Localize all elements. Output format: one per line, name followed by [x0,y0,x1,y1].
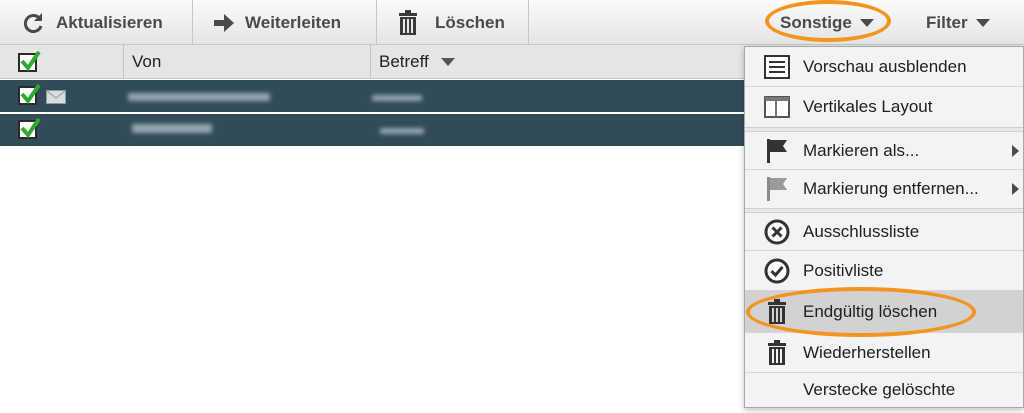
menu-item-restore[interactable]: Wiederherstellen [745,333,1023,373]
preview-icon [763,53,791,81]
filter-label: Filter [926,12,968,32]
refresh-button[interactable]: Aktualisieren [0,0,193,45]
toolbar: Aktualisieren Weiterleiten Löschen Sonst… [0,0,1024,45]
menu-item-whitelist[interactable]: Positivliste [745,251,1023,291]
submenu-arrow-icon [1012,183,1019,195]
menu-label: Vorschau ausblenden [803,56,967,76]
menu-label: Ausschlussliste [803,221,920,241]
column-subject-label: Betreff [379,52,429,71]
check-circle-icon [763,257,791,285]
select-all-cell[interactable] [0,45,124,79]
checkmark-icon [20,50,41,71]
table-row[interactable] [0,80,760,113]
menu-label: Markieren als... [803,140,920,160]
submenu-arrow-icon [1012,144,1019,157]
trash-icon [763,298,791,326]
column-header-from[interactable]: Von [124,45,371,79]
checkmark-icon [20,83,41,105]
delete-button[interactable]: Löschen [377,0,529,45]
menu-item-vertical-layout[interactable]: Vertikales Layout [745,87,1023,127]
menu-label: Wiederherstellen [803,342,931,362]
row-checkbox[interactable] [18,117,41,139]
trash-icon [763,339,791,367]
menu-item-mark-as[interactable]: Markieren als... [745,132,1023,170]
menu-item-remove-mark[interactable]: Markierung entfernen... [745,170,1023,208]
chevron-down-icon [975,18,990,27]
delete-label: Löschen [435,12,505,32]
x-circle-icon [763,218,791,246]
redacted-sender [132,124,212,133]
menu-item-blacklist[interactable]: Ausschlussliste [745,213,1023,251]
select-all-checkbox[interactable] [18,50,41,72]
row-checkbox[interactable] [18,83,41,105]
other-label: Sonstige [780,12,852,32]
menu-item-hide-deleted[interactable]: Verstecke gelöschte [745,373,1023,407]
refresh-icon [23,12,43,33]
column-from-label: Von [132,52,162,71]
menu-item-delete-permanently[interactable]: Endgültig löschen [745,291,1023,333]
menu-label: Endgültig löschen [803,301,938,321]
chevron-down-icon [859,18,874,27]
redacted-sender [128,93,270,101]
menu-label: Markierung entfernen... [803,179,979,198]
refresh-label: Aktualisieren [56,12,163,32]
column-header-subject[interactable]: Betreff [371,45,751,79]
table-row[interactable] [0,114,760,147]
menu-item-hide-preview[interactable]: Vorschau ausblenden [745,47,1023,87]
redacted-subject [372,95,422,101]
menu-label: Positivliste [803,260,884,280]
flag-dark-icon [763,137,791,165]
other-dropdown[interactable]: Sonstige [780,0,874,45]
menu-label: Verstecke gelöschte [803,380,956,399]
checkmark-icon [20,117,41,139]
menu-label: Vertikales Layout [803,97,933,116]
trash-icon [399,9,417,35]
envelope-icon [46,90,66,104]
other-menu: Vorschau ausblenden Vertikales Layout Ma… [744,46,1024,408]
forward-label: Weiterleiten [245,12,342,32]
layout-icon [763,93,791,121]
flag-light-icon [763,175,791,203]
sort-down-icon [440,58,455,66]
filter-dropdown[interactable]: Filter [926,0,990,45]
arrow-right-icon [214,13,234,32]
forward-button[interactable]: Weiterleiten [193,0,377,45]
redacted-subject [380,128,424,134]
